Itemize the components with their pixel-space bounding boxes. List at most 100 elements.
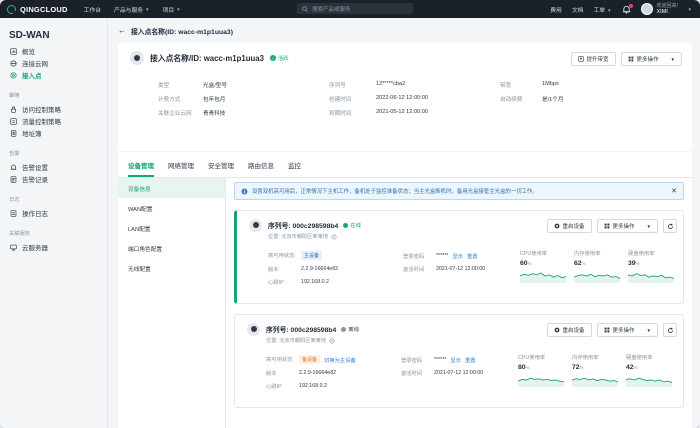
device-actions: 重启设备 更多操作 ▼ (546, 323, 677, 337)
tab-monitoring[interactable]: 监控 (288, 160, 301, 177)
top-nav-workbench[interactable]: 工作台 (84, 5, 101, 14)
refresh-button[interactable] (663, 323, 677, 337)
metric-sparkline (572, 377, 618, 387)
notification-bell-icon[interactable] (622, 3, 633, 14)
reboot-device-button[interactable]: 重启设备 (546, 219, 592, 233)
sidebar-item-cloud-connect[interactable]: 连接云网 (0, 57, 107, 69)
tab-device-management[interactable]: 设备管理 (128, 160, 154, 177)
top-nav-products[interactable]: 产品与服务 ▼ (114, 5, 149, 14)
upgrade-bandwidth-button[interactable]: 提升带宽 (570, 52, 616, 66)
sidebar-item-address-book[interactable]: 地址簿 (0, 127, 107, 139)
grid-icon (628, 56, 633, 62)
sidebar-item-traffic[interactable]: 流量控制策略 (0, 115, 107, 127)
sidebar-heading-related: 关联服务 (9, 231, 31, 237)
brand-logo[interactable]: QINGCLOUD (7, 4, 68, 15)
tab-network-management[interactable]: 网络管理 (168, 160, 194, 177)
metric-label: 内存使用率 (574, 251, 601, 257)
subnav-lan-config[interactable]: LAN配置 (118, 218, 225, 238)
alert-settings-icon (10, 164, 17, 170)
search-icon (302, 5, 308, 12)
info-row: 关联企业云网 青青科技 到期时间 2021-05-12 12:00:00 (158, 106, 678, 120)
tab-bar: 设备管理 网络管理 安全管理 路由信息 监控 (118, 152, 692, 178)
sidebar-item-label: 云服务器 (22, 245, 48, 252)
device-location: 位置: 北京市朝阳区某某地 (268, 233, 337, 240)
show-password-link[interactable]: 显示 (450, 356, 461, 364)
link-docs[interactable]: 文档 (572, 5, 584, 14)
info-value: 2021-05-12 12:00:00 (376, 109, 428, 115)
sidebar-item-cloud-server[interactable]: 云服务器 (0, 241, 107, 253)
reset-password-link[interactable]: 重置 (467, 252, 478, 260)
power-icon (554, 327, 559, 333)
settings-icon[interactable] (329, 338, 335, 344)
more-actions-button[interactable]: 更多操作 ▼ (620, 52, 682, 66)
info-value: 光盒/型号 (203, 83, 227, 89)
metric-number: 60 (520, 260, 528, 267)
info-cell: 自动续费 是/1个月 (500, 95, 671, 103)
info-key: 关联企业云网 (158, 111, 192, 117)
info-value: 青青科技 (203, 111, 226, 117)
metric-number: 62 (574, 260, 582, 267)
search-input[interactable]: 搜索产品或服务 (297, 3, 413, 14)
link-billing[interactable]: 费用 (550, 5, 562, 14)
sidebar-item-overview[interactable]: 概览 (0, 45, 107, 57)
back-arrow-icon[interactable]: ← (118, 26, 126, 35)
info-cell: 创建时间 2022-06-12 12:00:00 (329, 95, 500, 103)
tab-route-info[interactable]: 路由信息 (248, 160, 274, 177)
tab-security-management[interactable]: 安全管理 (208, 160, 234, 177)
sidebar-item-alert-settings[interactable]: 告警设置 (0, 161, 107, 173)
property: 登录密码 ****** 显示 重置 (403, 252, 538, 260)
sidebar-item-label: 地址簿 (22, 131, 42, 138)
property-key: 心跳IP (266, 383, 282, 390)
subnav-port-role-config[interactable]: 端口角色配置 (118, 238, 225, 258)
top-nav-projects[interactable]: 项目 ▼ (163, 5, 181, 14)
subnav-wan-config[interactable]: WAN配置 (118, 198, 225, 218)
property-key: 心跳IP (268, 279, 284, 286)
property: 高可用状态 备设备 切换为主设备 (266, 355, 401, 364)
breadcrumb: ← 接入点名称(ID: wacc-m1p1uua3) (108, 18, 700, 43)
access-point-summary-card: 接入点名称/ID: wacc-m1p1uua3 ✓ 活跃 提升带宽 更多操作 ▼ (118, 43, 692, 151)
reset-password-link[interactable]: 重置 (465, 356, 476, 364)
user-menu[interactable]: 欢迎回来！ XIMI ▼ (640, 3, 692, 16)
cloud-network-icon (10, 59, 17, 67)
show-password-link[interactable]: 显示 (452, 252, 463, 260)
access-point-device-icon (130, 51, 144, 65)
property-key: 高可用状态 (266, 357, 293, 363)
property-value: ****** 显示 重置 (434, 356, 476, 364)
metric-unit: % (633, 365, 638, 370)
sidebar-group-main: 概览 连接云网 接入点 (0, 45, 107, 81)
reboot-device-label: 重启设备 (562, 328, 585, 334)
device-state-badge: 离线 (341, 325, 359, 333)
app-window: QINGCLOUD 工作台 产品与服务 ▼ 项目 ▼ 搜索产品或服务 费用 文档 工… (0, 0, 700, 428)
device-more-actions-button[interactable]: 更多操作 ▼ (596, 219, 658, 233)
device-metrics: CPU使用率 80% 内存使用率 72% 硬盘使用率 42% (518, 353, 680, 387)
sidebar-item-operation-log[interactable]: 操作日志 (0, 207, 107, 219)
subnav-wireless-config[interactable]: 无线配置 (118, 258, 225, 278)
info-key: 序列号 (329, 83, 346, 89)
reboot-device-button[interactable]: 重启设备 (546, 323, 592, 337)
property-row: 高可用状态 备设备 切换为主设备 登录密码 ****** 显示 重置 (266, 353, 536, 366)
settings-icon[interactable] (331, 234, 337, 240)
subnav-device-info[interactable]: 设备信息 (118, 178, 225, 198)
reboot-device-label: 重启设备 (562, 224, 585, 230)
sidebar-item-access-point[interactable]: 接入点 (0, 69, 107, 81)
sparkline-area (574, 274, 620, 283)
sidebar-item-acl[interactable]: 访问控制策略 (0, 103, 107, 115)
sparkline-area (628, 273, 674, 283)
sidebar-item-label: 访问控制策略 (22, 107, 61, 114)
switch-to-primary-link[interactable]: 切换为主设备 (324, 356, 356, 364)
refresh-button[interactable] (663, 219, 677, 233)
property-value: 192.168.0.2 (301, 278, 329, 285)
close-icon[interactable]: ✕ (671, 187, 677, 195)
main-area: ← 接入点名称(ID: wacc-m1p1uua3) 接入点名称/ID: wac… (108, 18, 700, 428)
ha-info-alert: 设置双机高可用后，正常情况下主机工作，备机处于监控准备状态；当主光盒断机时，备用… (234, 182, 684, 200)
link-tickets[interactable]: 工单 ▼ (593, 5, 611, 14)
sidebar-item-alert-records[interactable]: 告警记录 (0, 173, 107, 185)
alert-records-icon (10, 175, 17, 183)
card-actions: 提升带宽 更多操作 ▼ (570, 52, 682, 66)
metric-cpu: CPU使用率 80% (518, 353, 572, 387)
property-value: 2021-07-12 12:00:00 (436, 265, 486, 272)
sidebar-heading-logs: 日志 (9, 197, 20, 203)
operation-log-icon (10, 209, 17, 217)
device-more-actions-button[interactable]: 更多操作 ▼ (596, 323, 658, 337)
detail-info-grid: 类型 光盒/型号 序列号 12*****cba2 带宽 1Mbps 计费方式 包年包月 … (158, 78, 678, 120)
